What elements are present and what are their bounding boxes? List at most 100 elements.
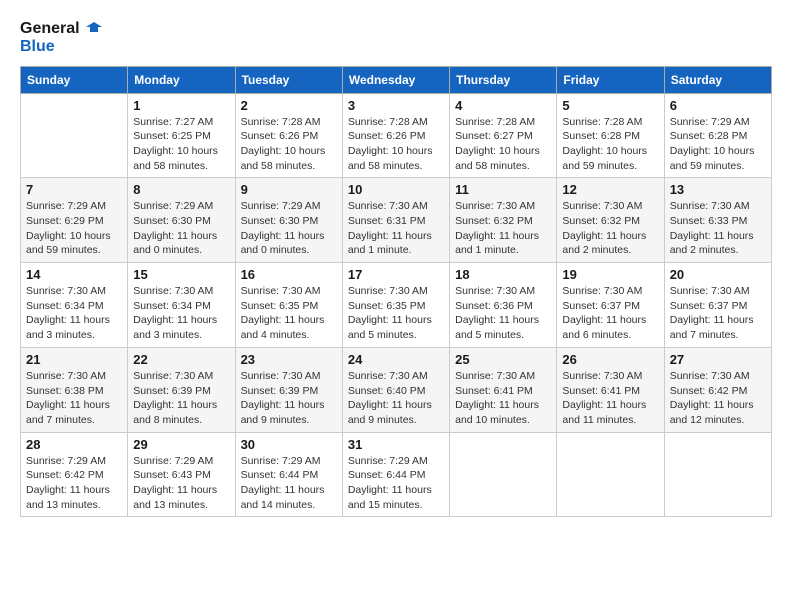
day-number: 15 bbox=[133, 267, 229, 282]
calendar-table: SundayMondayTuesdayWednesdayThursdayFrid… bbox=[20, 66, 772, 518]
calendar-cell: 18 Sunrise: 7:30 AMSunset: 6:36 PMDayligh… bbox=[450, 263, 557, 348]
calendar-cell: 9 Sunrise: 7:29 AMSunset: 6:30 PMDaylight… bbox=[235, 178, 342, 263]
calendar-body: 1 Sunrise: 7:27 AMSunset: 6:25 PMDaylight… bbox=[21, 93, 772, 517]
logo-bird-icon bbox=[84, 20, 102, 38]
day-number: 19 bbox=[562, 267, 658, 282]
day-number: 13 bbox=[670, 182, 766, 197]
day-number: 17 bbox=[348, 267, 444, 282]
calendar-cell: 7Sunrise: 7:29 AMSunset: 6:29 PMDaylight… bbox=[21, 178, 128, 263]
day-number: 22 bbox=[133, 352, 229, 367]
day-info: Sunrise: 7:29 AMSunset: 6:30 PMDaylight:… bbox=[133, 199, 229, 258]
day-number: 4 bbox=[455, 98, 551, 113]
calendar-cell bbox=[21, 93, 128, 178]
calendar-cell: 10 Sunrise: 7:30 AMSunset: 6:31 PMDayligh… bbox=[342, 178, 449, 263]
day-number: 25 bbox=[455, 352, 551, 367]
calendar-cell: 16 Sunrise: 7:30 AMSunset: 6:35 PMDayligh… bbox=[235, 263, 342, 348]
day-info: Sunrise: 7:30 AMSunset: 6:37 PMDaylight:… bbox=[562, 284, 658, 343]
day-number: 28 bbox=[26, 437, 122, 452]
day-info: Sunrise: 7:30 AMSunset: 6:41 PMDaylight:… bbox=[455, 369, 551, 428]
calendar-cell: 27 Sunrise: 7:30 AMSunset: 6:42 PMDayligh… bbox=[664, 347, 771, 432]
weekday-header: Wednesday bbox=[342, 66, 449, 93]
day-info: Sunrise: 7:30 AMSunset: 6:36 PMDaylight:… bbox=[455, 284, 551, 343]
day-info: Sunrise: 7:30 AMSunset: 6:34 PMDaylight:… bbox=[26, 284, 122, 343]
day-info: Sunrise: 7:28 AMSunset: 6:26 PMDaylight:… bbox=[241, 115, 337, 174]
weekday-header: Tuesday bbox=[235, 66, 342, 93]
day-number: 14 bbox=[26, 267, 122, 282]
day-info: Sunrise: 7:30 AMSunset: 6:35 PMDaylight:… bbox=[241, 284, 337, 343]
calendar-cell: 6Sunrise: 7:29 AMSunset: 6:28 PMDaylight… bbox=[664, 93, 771, 178]
day-info: Sunrise: 7:28 AMSunset: 6:28 PMDaylight:… bbox=[562, 115, 658, 174]
day-number: 26 bbox=[562, 352, 658, 367]
calendar-cell: 4 Sunrise: 7:28 AMSunset: 6:27 PMDaylight… bbox=[450, 93, 557, 178]
calendar-week-row: 7Sunrise: 7:29 AMSunset: 6:29 PMDaylight… bbox=[21, 178, 772, 263]
calendar-cell: 20 Sunrise: 7:30 AMSunset: 6:37 PMDayligh… bbox=[664, 263, 771, 348]
calendar-week-row: 1 Sunrise: 7:27 AMSunset: 6:25 PMDaylight… bbox=[21, 93, 772, 178]
weekday-header: Thursday bbox=[450, 66, 557, 93]
calendar-cell: 8 Sunrise: 7:29 AMSunset: 6:30 PMDaylight… bbox=[128, 178, 235, 263]
day-info: Sunrise: 7:29 AMSunset: 6:43 PMDaylight:… bbox=[133, 454, 229, 513]
day-info: Sunrise: 7:30 AMSunset: 6:33 PMDaylight:… bbox=[670, 199, 766, 258]
day-info: Sunrise: 7:28 AMSunset: 6:27 PMDaylight:… bbox=[455, 115, 551, 174]
calendar-week-row: 14 Sunrise: 7:30 AMSunset: 6:34 PMDayligh… bbox=[21, 263, 772, 348]
page-header: General Blue bbox=[20, 20, 772, 56]
calendar-cell bbox=[664, 432, 771, 517]
calendar-cell: 28 Sunrise: 7:29 AMSunset: 6:42 PMDayligh… bbox=[21, 432, 128, 517]
day-info: Sunrise: 7:30 AMSunset: 6:34 PMDaylight:… bbox=[133, 284, 229, 343]
day-info: Sunrise: 7:30 AMSunset: 6:39 PMDaylight:… bbox=[133, 369, 229, 428]
day-number: 20 bbox=[670, 267, 766, 282]
day-info: Sunrise: 7:30 AMSunset: 6:40 PMDaylight:… bbox=[348, 369, 444, 428]
calendar-cell: 24 Sunrise: 7:30 AMSunset: 6:40 PMDayligh… bbox=[342, 347, 449, 432]
calendar-cell: 14 Sunrise: 7:30 AMSunset: 6:34 PMDayligh… bbox=[21, 263, 128, 348]
day-number: 5 bbox=[562, 98, 658, 113]
day-number: 8 bbox=[133, 182, 229, 197]
day-number: 10 bbox=[348, 182, 444, 197]
day-info: Sunrise: 7:30 AMSunset: 6:35 PMDaylight:… bbox=[348, 284, 444, 343]
calendar-cell: 22 Sunrise: 7:30 AMSunset: 6:39 PMDayligh… bbox=[128, 347, 235, 432]
day-info: Sunrise: 7:29 AMSunset: 6:30 PMDaylight:… bbox=[241, 199, 337, 258]
calendar-cell bbox=[450, 432, 557, 517]
day-info: Sunrise: 7:30 AMSunset: 6:41 PMDaylight:… bbox=[562, 369, 658, 428]
calendar-week-row: 28 Sunrise: 7:29 AMSunset: 6:42 PMDayligh… bbox=[21, 432, 772, 517]
day-number: 3 bbox=[348, 98, 444, 113]
day-number: 12 bbox=[562, 182, 658, 197]
day-info: Sunrise: 7:29 AMSunset: 6:44 PMDaylight:… bbox=[348, 454, 444, 513]
day-info: Sunrise: 7:30 AMSunset: 6:32 PMDaylight:… bbox=[455, 199, 551, 258]
day-number: 31 bbox=[348, 437, 444, 452]
calendar-header: SundayMondayTuesdayWednesdayThursdayFrid… bbox=[21, 66, 772, 93]
day-info: Sunrise: 7:30 AMSunset: 6:39 PMDaylight:… bbox=[241, 369, 337, 428]
logo-text: General Blue bbox=[20, 20, 102, 56]
day-number: 16 bbox=[241, 267, 337, 282]
day-number: 27 bbox=[670, 352, 766, 367]
weekday-header: Friday bbox=[557, 66, 664, 93]
calendar-cell: 17 Sunrise: 7:30 AMSunset: 6:35 PMDayligh… bbox=[342, 263, 449, 348]
day-number: 2 bbox=[241, 98, 337, 113]
weekday-header-row: SundayMondayTuesdayWednesdayThursdayFrid… bbox=[21, 66, 772, 93]
day-number: 23 bbox=[241, 352, 337, 367]
calendar-cell: 25 Sunrise: 7:30 AMSunset: 6:41 PMDayligh… bbox=[450, 347, 557, 432]
day-number: 29 bbox=[133, 437, 229, 452]
calendar-cell: 1 Sunrise: 7:27 AMSunset: 6:25 PMDaylight… bbox=[128, 93, 235, 178]
day-info: Sunrise: 7:30 AMSunset: 6:31 PMDaylight:… bbox=[348, 199, 444, 258]
day-number: 1 bbox=[133, 98, 229, 113]
day-number: 30 bbox=[241, 437, 337, 452]
day-info: Sunrise: 7:30 AMSunset: 6:37 PMDaylight:… bbox=[670, 284, 766, 343]
weekday-header: Monday bbox=[128, 66, 235, 93]
day-number: 24 bbox=[348, 352, 444, 367]
calendar-cell: 21Sunrise: 7:30 AMSunset: 6:38 PMDayligh… bbox=[21, 347, 128, 432]
day-number: 9 bbox=[241, 182, 337, 197]
day-number: 18 bbox=[455, 267, 551, 282]
day-info: Sunrise: 7:30 AMSunset: 6:42 PMDaylight:… bbox=[670, 369, 766, 428]
calendar-week-row: 21Sunrise: 7:30 AMSunset: 6:38 PMDayligh… bbox=[21, 347, 772, 432]
day-number: 21 bbox=[26, 352, 122, 367]
day-info: Sunrise: 7:29 AMSunset: 6:28 PMDaylight:… bbox=[670, 115, 766, 174]
calendar-cell: 3Sunrise: 7:28 AMSunset: 6:26 PMDaylight… bbox=[342, 93, 449, 178]
calendar-cell: 5 Sunrise: 7:28 AMSunset: 6:28 PMDaylight… bbox=[557, 93, 664, 178]
calendar-cell: 29 Sunrise: 7:29 AMSunset: 6:43 PMDayligh… bbox=[128, 432, 235, 517]
calendar-cell: 11Sunrise: 7:30 AMSunset: 6:32 PMDayligh… bbox=[450, 178, 557, 263]
calendar-cell: 13 Sunrise: 7:30 AMSunset: 6:33 PMDayligh… bbox=[664, 178, 771, 263]
weekday-header: Sunday bbox=[21, 66, 128, 93]
calendar-cell: 19 Sunrise: 7:30 AMSunset: 6:37 PMDayligh… bbox=[557, 263, 664, 348]
day-info: Sunrise: 7:29 AMSunset: 6:42 PMDaylight:… bbox=[26, 454, 122, 513]
weekday-header: Saturday bbox=[664, 66, 771, 93]
day-info: Sunrise: 7:27 AMSunset: 6:25 PMDaylight:… bbox=[133, 115, 229, 174]
